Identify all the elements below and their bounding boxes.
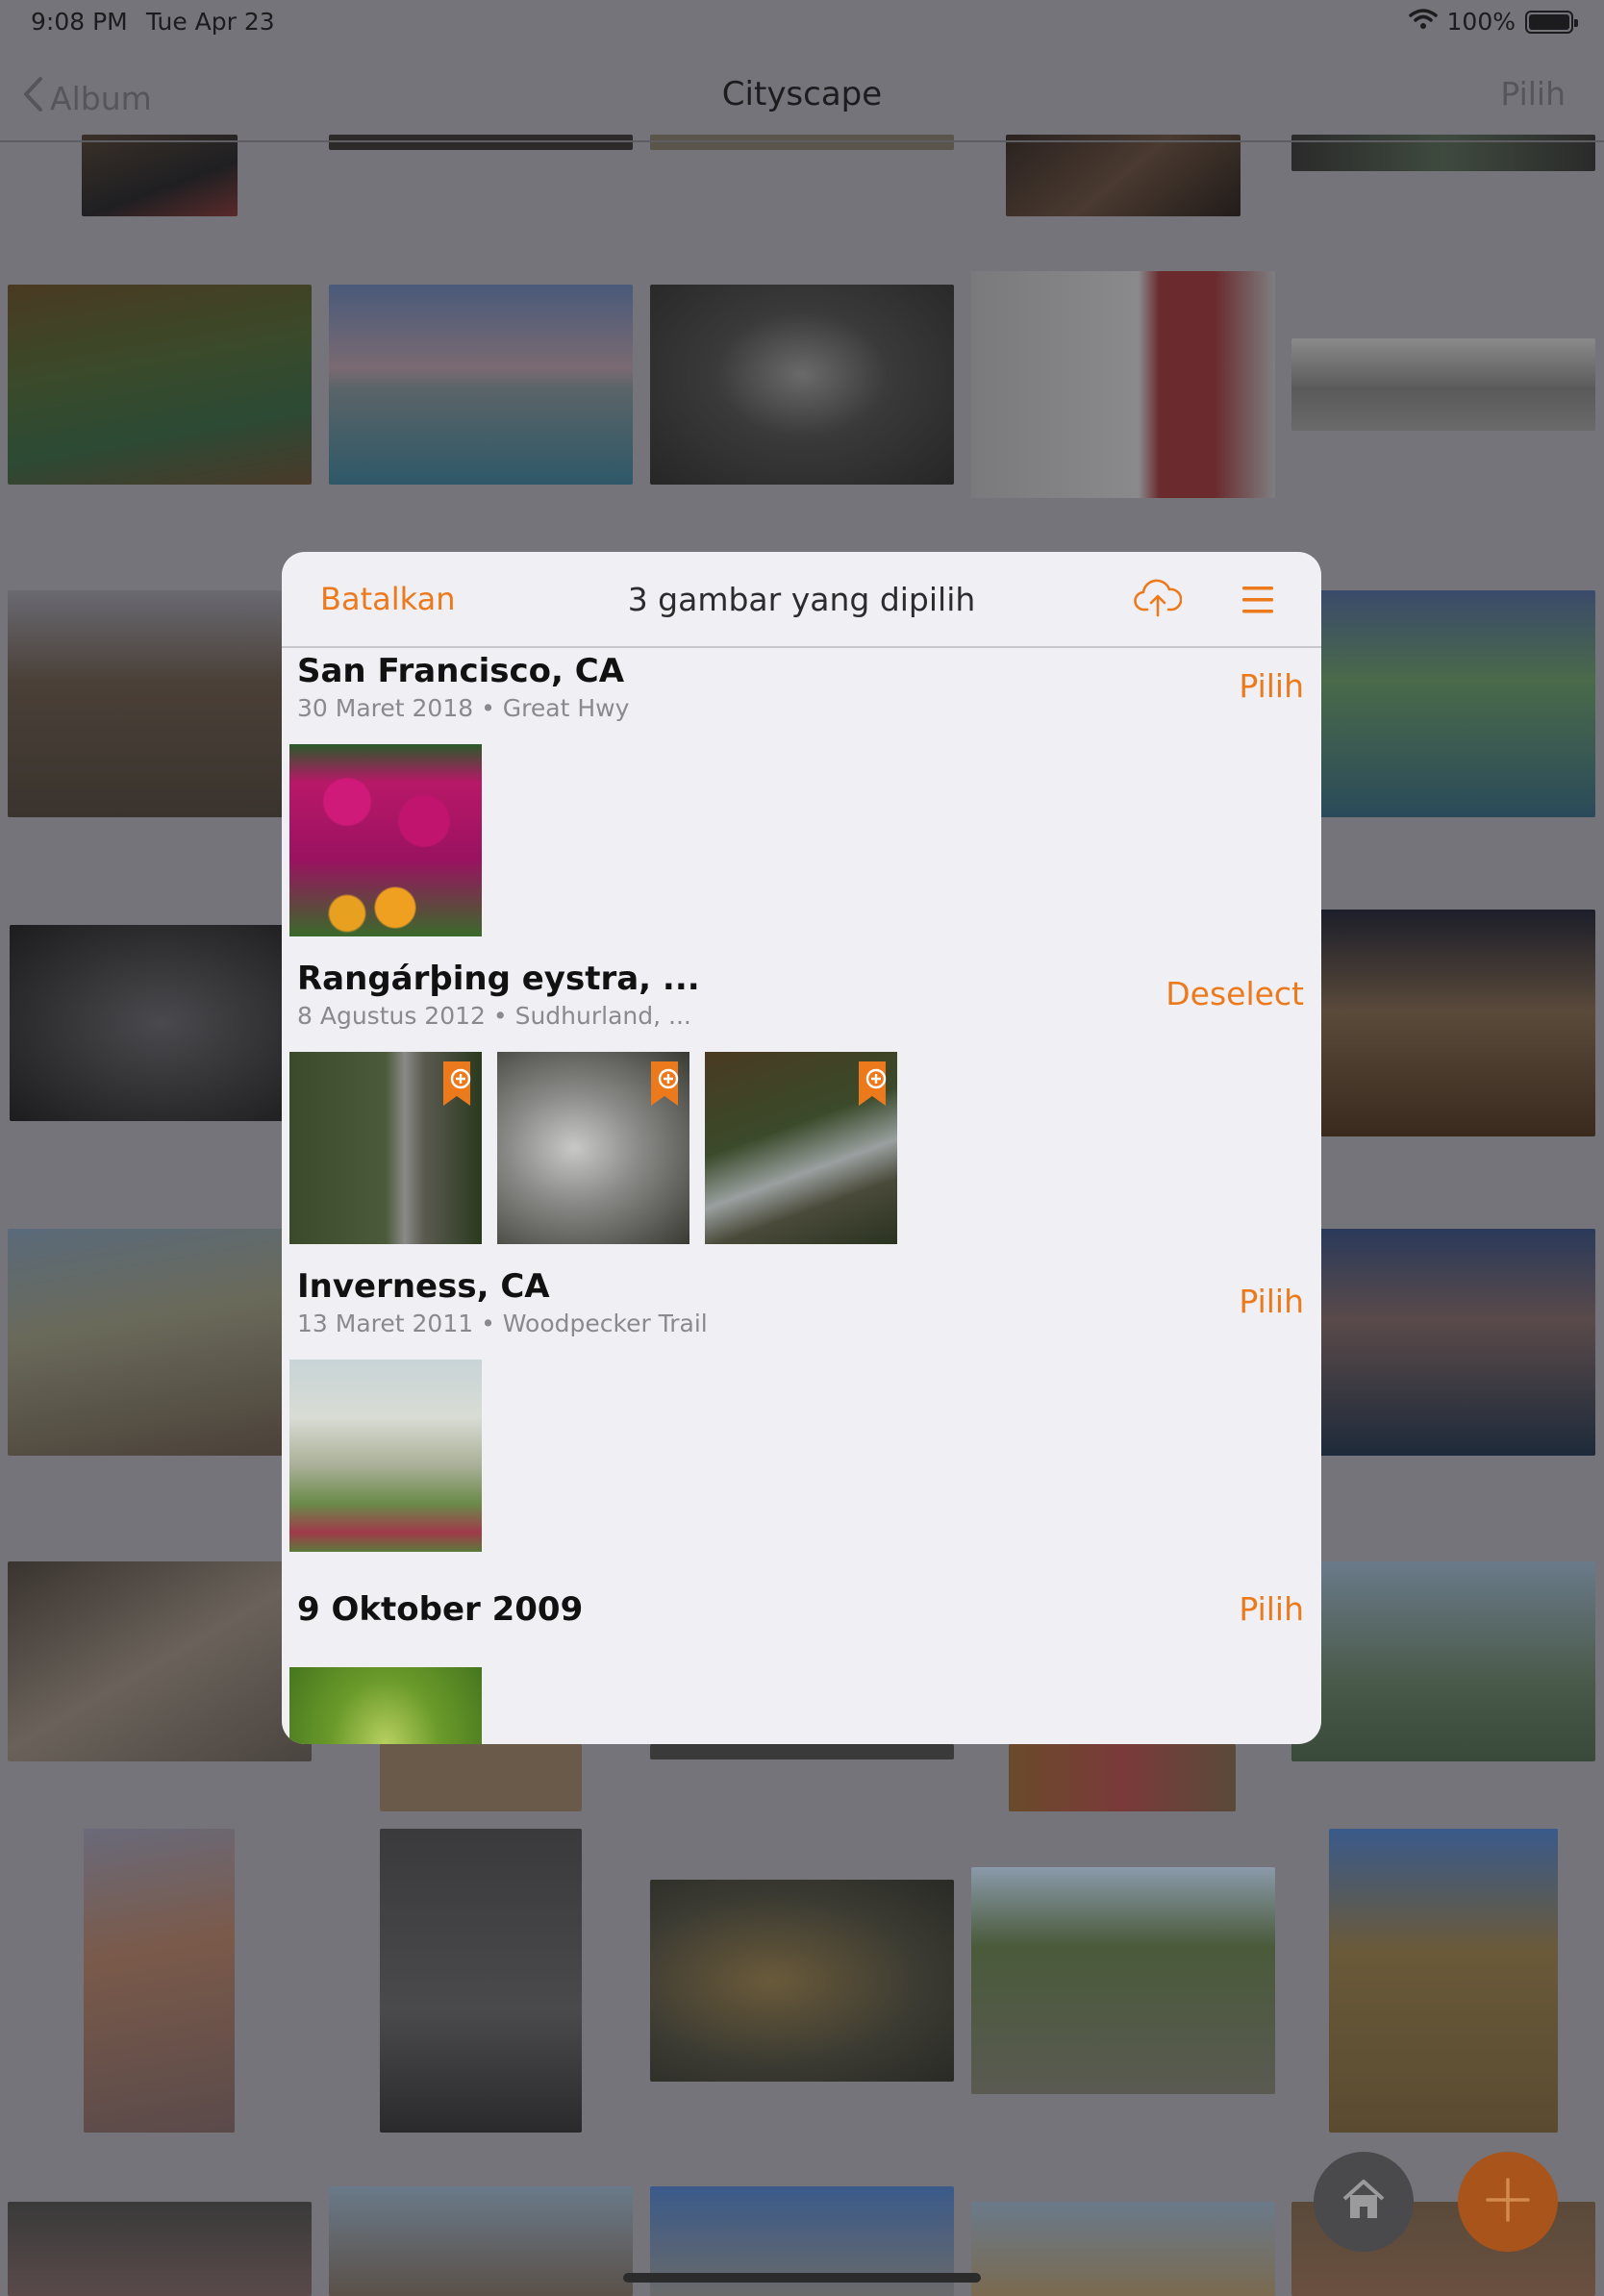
sheet-header: Batalkan 3 gambar yang dipilih: [282, 552, 1321, 648]
grid-photo[interactable]: [1291, 910, 1595, 1136]
grid-photo[interactable]: [1006, 135, 1241, 216]
group-title: Rangárþing eystra, ...: [297, 960, 700, 998]
home-icon: [1339, 2178, 1389, 2226]
grid-photo[interactable]: [1291, 1561, 1595, 1761]
grid-photo[interactable]: [8, 1561, 312, 1761]
photo-thumbnail[interactable]: [705, 1052, 897, 1244]
group-select-button[interactable]: Pilih: [1239, 1590, 1304, 1628]
home-button[interactable]: [1314, 2152, 1414, 2252]
nav-bar: Album Cityscape Pilih: [0, 46, 1604, 142]
grid-photo[interactable]: [329, 2186, 633, 2296]
selection-sheet: Batalkan 3 gambar yang dipilih San Franc…: [282, 552, 1321, 1744]
page-title: Cityscape: [721, 75, 883, 113]
grid-photo[interactable]: [8, 2202, 312, 2296]
bookmark-add-icon[interactable]: [439, 1061, 474, 1111]
grid-photo[interactable]: [380, 1829, 582, 2133]
grid-photo[interactable]: [1009, 1744, 1236, 1811]
wifi-icon: [1408, 8, 1438, 36]
grid-photo[interactable]: [971, 1867, 1275, 2094]
grid-photo[interactable]: [82, 135, 238, 216]
photo-thumbnail[interactable]: [497, 1052, 689, 1244]
grid-photo[interactable]: [380, 1744, 582, 1811]
photo-thumbnail[interactable]: [289, 744, 482, 936]
menu-icon[interactable]: [1241, 585, 1274, 619]
group-deselect-button[interactable]: Deselect: [1165, 975, 1304, 1012]
grid-photo[interactable]: [8, 285, 312, 485]
grid-photo[interactable]: [971, 2202, 1275, 2296]
battery-icon: [1525, 10, 1578, 34]
grid-photo[interactable]: [329, 285, 633, 485]
grid-photo[interactable]: [1291, 338, 1595, 431]
battery-percent: 100%: [1446, 8, 1516, 36]
grid-photo[interactable]: [1291, 590, 1595, 817]
status-right: 100%: [1408, 8, 1578, 36]
grid-photo[interactable]: [1329, 1829, 1558, 2133]
photo-thumbnail[interactable]: [289, 1052, 482, 1244]
plus-icon: [1484, 2176, 1532, 2228]
group-select-button[interactable]: Pilih: [1239, 1283, 1304, 1320]
group-title: Inverness, CA: [297, 1267, 550, 1306]
grid-photo[interactable]: [8, 590, 312, 817]
bookmark-add-icon[interactable]: [855, 1061, 890, 1111]
grid-photo[interactable]: [650, 1744, 954, 1759]
grid-photo[interactable]: [650, 1880, 954, 2082]
home-indicator: [623, 2273, 981, 2283]
group-subtitle: 30 Maret 2018 • Great Hwy: [297, 694, 630, 722]
status-time: 9:08 PM: [31, 8, 128, 36]
group-subtitle: 13 Maret 2011 • Woodpecker Trail: [297, 1310, 708, 1337]
photo-thumbnail[interactable]: [289, 1667, 482, 1744]
group-select-button[interactable]: Pilih: [1239, 667, 1304, 705]
add-button[interactable]: [1458, 2152, 1558, 2252]
grid-photo[interactable]: [971, 271, 1275, 498]
select-button[interactable]: Pilih: [1500, 75, 1566, 112]
group-title: 9 Oktober 2009: [297, 1590, 584, 1629]
status-bar: 9:08 PM Tue Apr 23 100%: [0, 0, 1604, 46]
grid-photo[interactable]: [84, 1829, 235, 2133]
grid-photo[interactable]: [10, 925, 313, 1121]
grid-photo[interactable]: [650, 285, 954, 485]
grid-photo[interactable]: [1291, 1229, 1595, 1456]
group-title: San Francisco, CA: [297, 652, 625, 690]
bookmark-add-icon[interactable]: [647, 1061, 682, 1111]
photo-thumbnail[interactable]: [289, 1360, 482, 1552]
group-subtitle: 8 Agustus 2012 • Sudhurland, ...: [297, 1002, 691, 1030]
status-date: Tue Apr 23: [146, 8, 275, 36]
cloud-upload-icon[interactable]: [1134, 577, 1183, 623]
grid-photo[interactable]: [8, 1229, 312, 1456]
